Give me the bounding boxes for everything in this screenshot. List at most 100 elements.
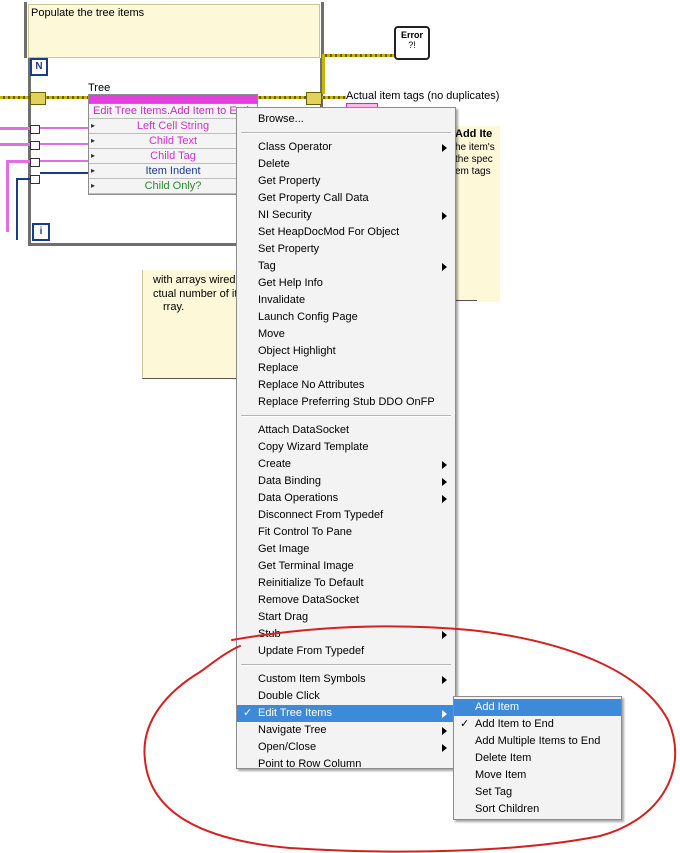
menu-item-label: Get Help Info bbox=[258, 277, 323, 289]
menu-item-label: Reinitialize To Default bbox=[258, 577, 364, 589]
menu-item-delete[interactable]: Delete bbox=[237, 156, 455, 173]
string-wire-1b[interactable] bbox=[40, 127, 88, 129]
tunnel-3[interactable] bbox=[30, 158, 40, 167]
menu-item-label: Launch Config Page bbox=[258, 311, 358, 323]
string-wire-2[interactable] bbox=[0, 143, 30, 146]
submenu-arrow-icon bbox=[442, 744, 447, 752]
menu-item-navigate-tree[interactable]: Navigate Tree bbox=[237, 722, 455, 739]
loop-count-terminal[interactable]: N bbox=[30, 58, 48, 76]
menu-item-label: Remove DataSocket bbox=[258, 594, 359, 606]
input-child-only[interactable]: Child Only? bbox=[89, 179, 257, 194]
submenu-item-move-item[interactable]: Move Item bbox=[454, 767, 621, 784]
loop-iteration-terminal[interactable]: i bbox=[32, 223, 50, 241]
menu-item-replace-no-attributes[interactable]: Replace No Attributes bbox=[237, 377, 455, 394]
menu-item-object-highlight[interactable]: Object Highlight bbox=[237, 343, 455, 360]
menu-item-disconnect-from-typedef[interactable]: Disconnect From Typedef bbox=[237, 507, 455, 524]
string-wire-3[interactable] bbox=[6, 160, 30, 163]
menu-item-fit-control-to-pane[interactable]: Fit Control To Pane bbox=[237, 524, 455, 541]
menu-item-replace-preferring-stub-ddo-onfp[interactable]: Replace Preferring Stub DDO OnFP bbox=[237, 394, 455, 411]
menu-item-label: Replace bbox=[258, 362, 299, 374]
menu-item-label: Get Property bbox=[258, 175, 321, 187]
menu-item-tag[interactable]: Tag bbox=[237, 258, 455, 275]
invoke-node[interactable]: Edit Tree Items.Add Item to End Left Cel… bbox=[88, 94, 258, 195]
tunnel-2[interactable] bbox=[30, 141, 40, 150]
menu-item-label: Disconnect From Typedef bbox=[258, 509, 384, 521]
right-comment-line: the spec bbox=[455, 154, 493, 165]
string-wire-1[interactable] bbox=[0, 127, 30, 130]
invoke-node-method[interactable]: Edit Tree Items.Add Item to End bbox=[89, 104, 257, 119]
menu-item-copy-wizard-template[interactable]: Copy Wizard Template bbox=[237, 439, 455, 456]
submenu-arrow-icon bbox=[442, 478, 447, 486]
menu-item-ni-security[interactable]: NI Security bbox=[237, 207, 455, 224]
menu-item-get-help-info[interactable]: Get Help Info bbox=[237, 275, 455, 292]
menu-item-replace[interactable]: Replace bbox=[237, 360, 455, 377]
shift-register-left[interactable] bbox=[30, 92, 46, 105]
menu-item-get-image[interactable]: Get Image bbox=[237, 541, 455, 558]
input-item-indent[interactable]: Item Indent bbox=[89, 164, 257, 179]
menu-item-label: Update From Typedef bbox=[258, 645, 365, 657]
menu-item-start-drag[interactable]: Start Drag bbox=[237, 609, 455, 626]
shift-register-right[interactable] bbox=[306, 92, 322, 105]
menu-item-class-operator[interactable]: Class Operator bbox=[237, 139, 455, 156]
submenu-item-add-item-to-end[interactable]: ✓ Add Item to End bbox=[454, 716, 621, 733]
tree-ref-wire[interactable] bbox=[44, 96, 88, 99]
menu-item-move[interactable]: Move bbox=[237, 326, 455, 343]
tunnel-1[interactable] bbox=[30, 125, 40, 134]
menu-item-set-property[interactable]: Set Property bbox=[237, 241, 455, 258]
tree-ref-wire-right[interactable] bbox=[320, 96, 346, 99]
menu-item-edit-tree-items[interactable]: ✓ Edit Tree Items bbox=[237, 705, 455, 722]
right-comment: Add Ite he item's the spec em tags bbox=[455, 126, 500, 302]
int-wire-vertical[interactable] bbox=[16, 178, 18, 240]
menu-item-get-terminal-image[interactable]: Get Terminal Image bbox=[237, 558, 455, 575]
menu-item-open-close[interactable]: Open/Close bbox=[237, 739, 455, 756]
tree-ref-wire-out[interactable] bbox=[256, 96, 306, 99]
menu-item-data-binding[interactable]: Data Binding bbox=[237, 473, 455, 490]
submenu-item-sort-children[interactable]: Sort Children bbox=[454, 801, 621, 818]
menu-item-remove-datasocket[interactable]: Remove DataSocket bbox=[237, 592, 455, 609]
menu-item-point-to-row-column[interactable]: Point to Row Column bbox=[237, 756, 455, 773]
submenu-item-add-multiple-items-to-end[interactable]: Add Multiple Items to End bbox=[454, 733, 621, 750]
menu-item-set-heapdocmod-for-object[interactable]: Set HeapDocMod For Object bbox=[237, 224, 455, 241]
submenu-item-set-tag[interactable]: Set Tag bbox=[454, 784, 621, 801]
input-child-tag[interactable]: Child Tag bbox=[89, 149, 257, 164]
menu-item-reinitialize-to-default[interactable]: Reinitialize To Default bbox=[237, 575, 455, 592]
tunnel-4[interactable] bbox=[30, 175, 40, 184]
menu-item-double-click[interactable]: Double Click bbox=[237, 688, 455, 705]
submenu-item-add-item[interactable]: Add Item bbox=[454, 699, 621, 716]
int-wire-b[interactable] bbox=[40, 172, 88, 174]
menu-item-invalidate[interactable]: Invalidate bbox=[237, 292, 455, 309]
menu-item-label: Create bbox=[258, 458, 292, 470]
menu-item-label: Class Operator bbox=[258, 141, 332, 153]
menu-separator bbox=[241, 664, 451, 666]
menu-item-stub[interactable]: Stub bbox=[237, 626, 455, 643]
menu-item-label: Replace No Attributes bbox=[258, 379, 365, 391]
error-wire-vertical[interactable] bbox=[322, 54, 325, 94]
menu-item-attach-datasocket[interactable]: Attach DataSocket bbox=[237, 422, 455, 439]
error-wire[interactable] bbox=[322, 54, 394, 57]
menu-item-update-from-typedef[interactable]: Update From Typedef bbox=[237, 643, 455, 660]
menu-item-get-property-call-data[interactable]: Get Property Call Data bbox=[237, 190, 455, 207]
right-comment-line: he item's bbox=[455, 142, 495, 153]
menu-item-create[interactable]: Create bbox=[237, 456, 455, 473]
string-wire-3b[interactable] bbox=[40, 160, 88, 162]
menu-item-label: Stub bbox=[258, 628, 281, 640]
menu-item-launch-config-page[interactable]: Launch Config Page bbox=[237, 309, 455, 326]
input-left-cell-string[interactable]: Left Cell String bbox=[89, 119, 257, 134]
menu-item-data-operations[interactable]: Data Operations bbox=[237, 490, 455, 507]
string-wire-3-vertical[interactable] bbox=[6, 160, 9, 232]
context-menu: Browse... Class Operator Delete Get Propert… bbox=[236, 107, 456, 770]
tree-ref-wire-in[interactable] bbox=[0, 96, 30, 99]
menu-item-label: Replace Preferring Stub DDO OnFP bbox=[258, 396, 435, 408]
menu-item-custom-item-symbols[interactable]: Custom Item Symbols bbox=[237, 671, 455, 688]
menu-item-get-property[interactable]: Get Property bbox=[237, 173, 455, 190]
menu-item-browse[interactable]: Browse... bbox=[237, 111, 455, 128]
output-indicator-label: Actual item tags (no duplicates) bbox=[346, 90, 500, 102]
menu-item-label: Set HeapDocMod For Object bbox=[258, 226, 400, 238]
menu-item-label: Double Click bbox=[258, 690, 320, 702]
string-wire-2b[interactable] bbox=[40, 143, 88, 145]
submenu-arrow-icon bbox=[442, 710, 447, 718]
input-child-text[interactable]: Child Text bbox=[89, 134, 257, 149]
submenu-item-delete-item[interactable]: Delete Item bbox=[454, 750, 621, 767]
int-wire[interactable] bbox=[16, 178, 30, 180]
error-out-indicator[interactable]: Error ?! bbox=[394, 26, 430, 60]
